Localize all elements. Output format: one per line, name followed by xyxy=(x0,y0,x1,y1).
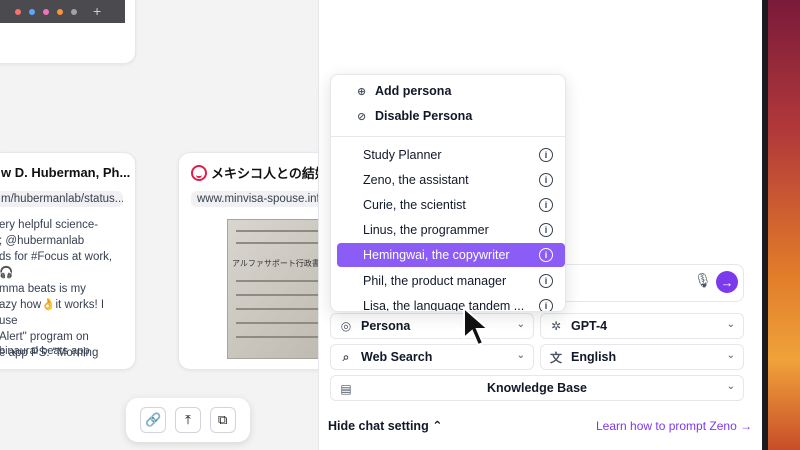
disable-persona-label: Disable Persona xyxy=(375,109,473,123)
book-icon: ▤ xyxy=(340,382,352,396)
persona-item-label: Study Planner xyxy=(363,148,442,162)
persona-item-label: Lisa, the language tandem ... xyxy=(363,299,525,312)
disable-icon: ⊘ xyxy=(357,110,367,123)
info-icon[interactable]: i xyxy=(539,173,553,187)
persona-item-label: Hemingwai, the copywriter xyxy=(363,248,510,262)
export-icon[interactable]: ⧉ xyxy=(209,407,236,433)
info-icon[interactable]: i xyxy=(539,223,553,237)
upload-icon[interactable]: ⤒ xyxy=(174,407,201,433)
top-card[interactable]: + xyxy=(0,0,136,64)
info-icon[interactable]: i xyxy=(539,274,553,288)
link-icon[interactable]: 🔗 xyxy=(140,407,167,433)
persona-item-label: Linus, the programmer xyxy=(363,223,489,237)
language-select[interactable]: 文 English ⌄ xyxy=(540,344,744,370)
info-icon[interactable]: i xyxy=(539,198,553,212)
persona-item-selected[interactable]: Hemingwai, the copywriter i xyxy=(337,243,565,267)
desktop-wallpaper xyxy=(762,0,800,450)
persona-item-label: Phil, the product manager xyxy=(363,274,507,288)
certificate-image: アルファサポート行政書士事務 xyxy=(227,219,318,359)
chevron-down-icon: ⌄ xyxy=(726,319,735,330)
persona-item[interactable]: Linus, the programmer i xyxy=(337,218,565,242)
hide-chat-setting-button[interactable]: Hide chat setting ⌃ xyxy=(328,418,443,433)
card-url[interactable]: www.minvisa-spouse.info xyxy=(191,191,318,207)
persona-item[interactable]: Study Planner i xyxy=(337,143,565,167)
learn-prompt-link[interactable]: Learn how to prompt Zeno → xyxy=(596,419,752,433)
card-toolbar: 🔗 ⤒ ⧉ xyxy=(126,398,250,442)
info-icon[interactable]: i xyxy=(539,299,553,311)
tweet-card[interactable]: w D. Huberman, Ph... m/hubermanlab/statu… xyxy=(0,152,136,370)
web-search-label: Web Search xyxy=(361,350,433,364)
card-header: メキシコ人との結婚 xyxy=(191,163,318,182)
translate-icon: 文 xyxy=(549,350,562,365)
info-icon[interactable]: i xyxy=(539,248,553,262)
web-card[interactable]: メキシコ人との結婚 www.minvisa-spouse.info アルファサポ… xyxy=(178,152,318,370)
site-favicon-icon xyxy=(191,164,207,181)
openai-icon: ✲ xyxy=(550,319,562,333)
language-select-label: English xyxy=(571,350,617,364)
disable-persona-button[interactable]: ⊘ Disable Persona xyxy=(357,106,472,126)
send-button[interactable]: → xyxy=(716,271,738,293)
persona-item[interactable]: Phil, the product manager i xyxy=(337,269,565,293)
persona-item[interactable]: Zeno, the assistant i xyxy=(337,168,565,192)
knowledge-base-select[interactable]: ▤ Knowledge Base ⌄ xyxy=(330,375,744,401)
card-title: メキシコ人との結婚 xyxy=(211,166,318,181)
chevron-down-icon: ⌄ xyxy=(726,350,735,361)
add-circle-icon: ⊕ xyxy=(357,85,367,98)
color-dots xyxy=(15,9,77,15)
model-select-label: GPT-4 xyxy=(571,319,608,333)
chevron-down-icon: ⌄ xyxy=(516,350,525,361)
persona-select[interactable]: ◎ Persona ⌄ xyxy=(330,313,534,339)
model-select[interactable]: ✲ GPT-4 ⌄ xyxy=(540,313,744,339)
mouse-cursor-icon xyxy=(463,306,491,347)
persona-icon: ◎ xyxy=(340,319,352,333)
add-persona-label: Add persona xyxy=(375,84,452,98)
add-persona-button[interactable]: ⊕ Add persona xyxy=(357,81,451,101)
persona-select-label: Persona xyxy=(361,319,411,333)
image-caption: アルファサポート行政書士事務 xyxy=(232,259,318,268)
card-footer: binaural beats app xyxy=(0,345,90,357)
chevron-down-icon: ⌄ xyxy=(516,319,525,330)
card-thumbnail: + xyxy=(0,0,125,23)
plus-icon: + xyxy=(93,3,102,19)
divider xyxy=(331,136,565,137)
web-search-select[interactable]: ⌕ Web Search ⌄ xyxy=(330,344,534,370)
persona-dropdown: ⊕ Add persona ⊘ Disable Persona Study Pl… xyxy=(330,74,566,312)
chevron-down-icon: ⌄ xyxy=(726,381,735,392)
info-icon[interactable]: i xyxy=(539,148,553,162)
persona-item[interactable]: Curie, the scientist i xyxy=(337,193,565,217)
card-title: w D. Huberman, Ph... xyxy=(1,165,131,180)
persona-item-label: Curie, the scientist xyxy=(363,198,466,212)
persona-item-label: Zeno, the assistant xyxy=(363,173,469,187)
knowledge-base-label: Knowledge Base xyxy=(486,381,588,395)
card-body: ery helpful science- ; @hubermanlab ds f… xyxy=(0,219,113,359)
persona-item[interactable]: Lisa, the language tandem ... i xyxy=(337,294,565,312)
microphone-icon[interactable]: 🎙 xyxy=(694,272,712,292)
whiteboard-canvas[interactable]: + w D. Huberman, Ph... m/hubermanlab/sta… xyxy=(0,0,318,450)
card-url[interactable]: m/hubermanlab/status... xyxy=(0,191,123,207)
search-icon: ⌕ xyxy=(342,349,350,364)
